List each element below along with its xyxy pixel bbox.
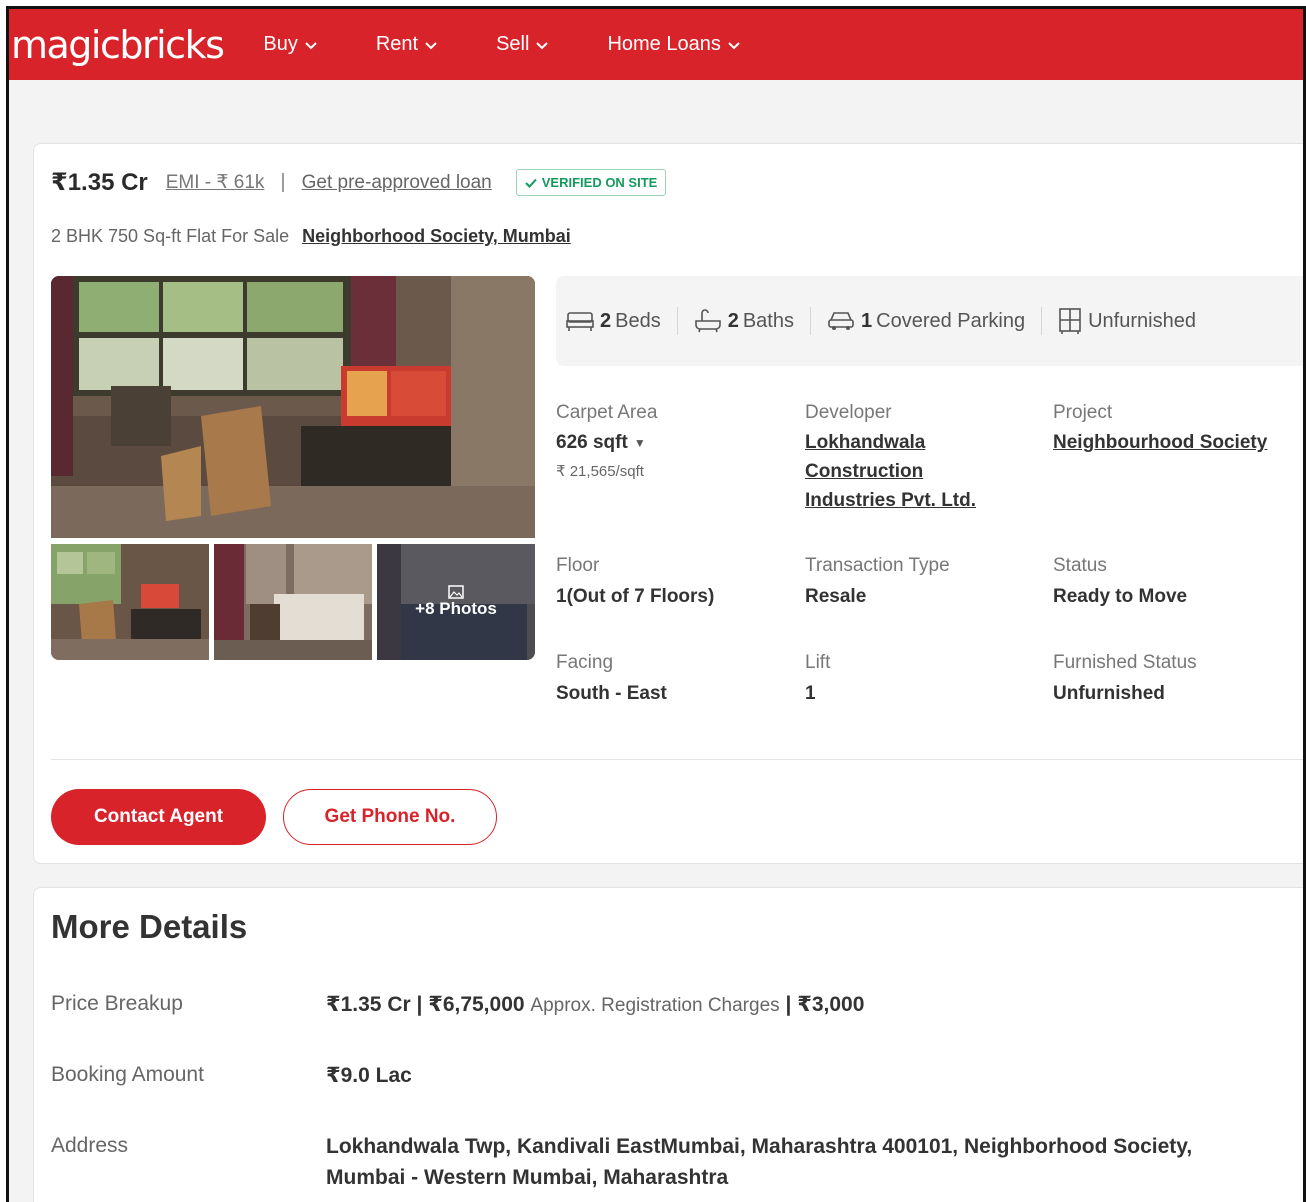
verified-badge: VERIFIED ON SITE bbox=[515, 169, 667, 196]
price-breakup-value: ₹1.35 Cr | ₹6,75,000 Approx. Registratio… bbox=[326, 992, 864, 1017]
nav-rent-label: Rent bbox=[375, 33, 419, 55]
bed-icon bbox=[566, 312, 594, 331]
wardrobe-icon bbox=[1059, 308, 1081, 334]
furnish-info: Unfurnished bbox=[1058, 308, 1212, 334]
carpet-area-value[interactable]: 626 sqft ▼ bbox=[556, 432, 646, 454]
lift-value: 1 bbox=[805, 683, 816, 704]
floor-label: Floor bbox=[556, 555, 600, 576]
main-property-photo[interactable] bbox=[51, 276, 535, 538]
price-breakup-extra: | ₹3,000 bbox=[785, 993, 865, 1016]
chevron-down-icon bbox=[536, 41, 549, 49]
address-label: Address bbox=[51, 1134, 129, 1157]
property-price: ₹1.35 Cr bbox=[51, 169, 148, 196]
beds-label: Beds bbox=[615, 309, 661, 332]
thumbnail-photo-more[interactable]: +8 Photos bbox=[377, 544, 535, 660]
nav-buy[interactable]: Buy bbox=[263, 33, 317, 56]
caret-down-icon: ▼ bbox=[633, 435, 646, 450]
chevron-down-icon bbox=[425, 41, 437, 49]
booking-amount-label: Booking Amount bbox=[51, 1063, 204, 1086]
transaction-type-label: Transaction Type bbox=[805, 555, 950, 576]
price-row: ₹1.35 Cr EMI - ₹ 61k | Get pre-approved … bbox=[51, 168, 667, 197]
project-label: Project bbox=[1053, 402, 1113, 423]
thumbnail-photo-2[interactable] bbox=[214, 544, 372, 660]
parking-label: Covered Parking bbox=[876, 309, 1026, 332]
furnished-status-label: Furnished Status bbox=[1053, 652, 1197, 673]
main-nav: Buy Rent Sell Home Loans bbox=[263, 33, 798, 56]
pre-approved-loan-link[interactable]: Get pre-approved loan bbox=[302, 172, 492, 194]
property-card: ₹1.35 Cr EMI - ₹ 61k | Get pre-approved … bbox=[33, 143, 1303, 864]
address-value: Lokhandwala Twp, Kandivali EastMumbai, M… bbox=[326, 1135, 1193, 1189]
parking-count: 1 bbox=[861, 309, 873, 332]
price-separator: | bbox=[280, 171, 286, 193]
facing-label: Facing bbox=[556, 652, 614, 673]
thumbnail-image bbox=[51, 544, 209, 660]
check-icon bbox=[525, 178, 537, 188]
furnished-status-value: Unfurnished bbox=[1053, 683, 1165, 704]
registration-charges-note: Approx. Registration Charges bbox=[530, 995, 780, 1016]
price-per-sqft: ₹ 21,565/sqft bbox=[556, 463, 644, 480]
nav-sell-label: Sell bbox=[496, 33, 530, 55]
developer-name-line: Industries Pvt. Ltd. bbox=[805, 490, 977, 511]
property-summary: 2 BHK 750 Sq-ft Flat For Sale bbox=[51, 226, 290, 246]
transaction-type-value: Resale bbox=[805, 586, 867, 607]
card-divider bbox=[51, 759, 1303, 760]
carpet-area-label: Carpet Area bbox=[556, 402, 658, 423]
get-phone-button[interactable]: Get Phone No. bbox=[283, 789, 497, 845]
baths-info: 2 Baths bbox=[694, 309, 810, 333]
beds-info: 2 Beds bbox=[566, 310, 677, 333]
amenity-divider bbox=[810, 307, 811, 335]
nav-buy-label: Buy bbox=[263, 33, 298, 55]
facing-value: South - East bbox=[556, 683, 667, 704]
chevron-down-icon bbox=[305, 41, 317, 49]
more-details-card: More Details Price Breakup ₹1.35 Cr | ₹6… bbox=[33, 887, 1303, 1202]
thumbnail-photo-1[interactable] bbox=[51, 544, 209, 660]
status-value: Ready to Move bbox=[1053, 586, 1188, 607]
furnish-label: Unfurnished bbox=[1088, 309, 1196, 332]
site-header: magicbricks Buy Rent Sell Home Loans bbox=[9, 9, 1303, 80]
key-amenities-bar: 2 Beds 2 Baths 1 Covered Parking Unfurni… bbox=[556, 276, 1303, 366]
contact-agent-button[interactable]: Contact Agent bbox=[51, 789, 266, 845]
price-breakup-amounts: ₹1.35 Cr | ₹6,75,000 bbox=[326, 993, 525, 1016]
verified-badge-label: VERIFIED ON SITE bbox=[541, 175, 658, 190]
chevron-down-icon bbox=[728, 41, 740, 49]
parking-info: 1 Covered Parking bbox=[827, 310, 1041, 333]
emi-link[interactable]: EMI - ₹ 61k bbox=[166, 171, 265, 194]
nav-home-loans[interactable]: Home Loans bbox=[607, 33, 740, 56]
developer-link[interactable]: Lokhandwala Construction Industries Pvt.… bbox=[805, 428, 976, 515]
booking-amount-value: ₹9.0 Lac bbox=[326, 1064, 412, 1087]
baths-count: 2 bbox=[727, 309, 739, 332]
lift-label: Lift bbox=[805, 652, 831, 673]
developer-name-line: Lokhandwala bbox=[805, 432, 926, 453]
more-photos-label: +8 Photos bbox=[415, 599, 497, 618]
bath-icon bbox=[694, 309, 721, 333]
nav-sell[interactable]: Sell bbox=[496, 33, 549, 56]
project-link[interactable]: Neighbourhood Society bbox=[1053, 428, 1267, 457]
site-logo[interactable]: magicbricks bbox=[11, 23, 225, 67]
price-breakup-label: Price Breakup bbox=[51, 992, 183, 1015]
more-photos-overlay[interactable]: +8 Photos bbox=[377, 544, 535, 660]
property-location-link[interactable]: Neighborhood Society, Mumbai bbox=[302, 226, 571, 246]
amenity-divider bbox=[676, 307, 678, 335]
browser-viewport: magicbricks Buy Rent Sell Home Loans ₹1.… bbox=[6, 6, 1306, 1202]
floor-value: 1(Out of 7 Floors) bbox=[556, 586, 715, 607]
room-photo-image bbox=[51, 276, 535, 538]
property-subtitle: 2 BHK 750 Sq-ft Flat For Sale Neighborho… bbox=[51, 226, 571, 247]
nav-rent[interactable]: Rent bbox=[376, 33, 438, 56]
amenity-divider bbox=[1041, 307, 1043, 335]
more-details-title: More Details bbox=[51, 908, 248, 945]
car-icon bbox=[828, 312, 854, 330]
thumbnail-image bbox=[214, 544, 372, 660]
developer-name-line: Construction bbox=[805, 461, 924, 482]
gallery-icon bbox=[448, 585, 464, 599]
carpet-area-value-text: 626 sqft bbox=[556, 432, 628, 453]
developer-label: Developer bbox=[805, 402, 892, 423]
status-label: Status bbox=[1053, 555, 1107, 576]
baths-label: Baths bbox=[742, 309, 794, 332]
beds-count: 2 bbox=[600, 309, 612, 332]
nav-home-loans-label: Home Loans bbox=[607, 33, 721, 55]
